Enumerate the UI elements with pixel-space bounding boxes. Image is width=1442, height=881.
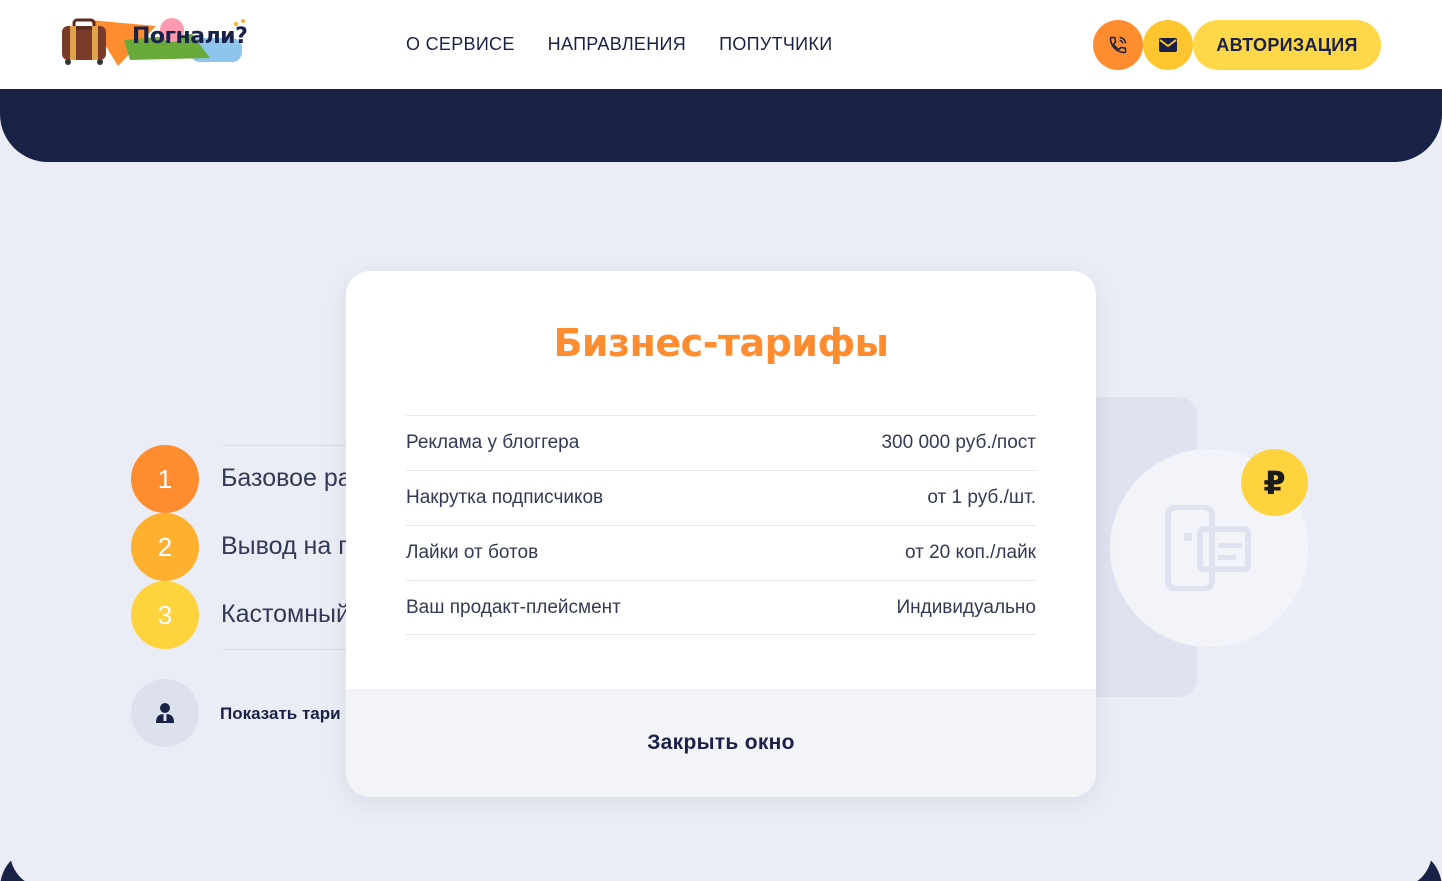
tariff-price: Индивидуально [896,596,1036,618]
step-label: Кастомный [221,600,350,628]
nav-directions[interactable]: НАПРАВЛЕНИЯ [548,34,686,55]
close-modal-button[interactable]: Закрыть окно [647,731,795,755]
auth-button[interactable]: АВТОРИЗАЦИЯ [1193,20,1381,70]
tariff-price: от 20 коп./лайк [904,542,1036,563]
nav-fellow-travelers[interactable]: ПОПУТЧИКИ [719,34,832,55]
step-number: 3 [131,581,199,649]
nav-about[interactable]: О СЕРВИСЕ [406,34,515,55]
user-icon [156,703,174,723]
user-icon-circle [131,679,199,747]
tariff-table: Реклама у блоггера 300 000 руб./пост Нак… [406,415,1036,635]
tariff-name: Лайки от ботов [406,542,539,563]
content-bottom [10,848,1432,881]
step-number: 2 [131,513,199,581]
tariff-name: Реклама у блоггера [406,432,580,453]
ruble-icon: ₽ [1241,449,1308,516]
tariff-name: Накрутка подписчиков [406,487,604,508]
hero-band [0,89,1442,162]
logo[interactable]: Погнали? [60,16,270,68]
tariff-price: 300 000 руб./пост [881,432,1036,453]
table-row: Накрутка подписчиков от 1 руб./шт. [406,470,1036,525]
mail-icon [1159,38,1177,52]
show-tariffs-link[interactable]: Показать тари [131,679,341,747]
tariff-price: от 1 руб./шт. [927,487,1036,508]
show-tariffs-label[interactable]: Показать тари [220,704,341,724]
step-label: Базовое ра [221,464,352,492]
phone-icon [1109,36,1127,54]
phone-payment-icon [1165,505,1251,591]
phone-button[interactable] [1093,20,1143,70]
logo-text: Погнали? [132,24,248,49]
tariff-name: Ваш продакт-плейсмент [406,596,621,618]
site-header: Погнали? О СЕРВИСЕ НАПРАВЛЕНИЯ ПОПУТЧИКИ… [0,0,1442,89]
modal-footer: Закрыть окно [346,689,1096,797]
table-row: Ваш продакт-плейсмент Индивидуально [406,580,1036,635]
main-nav: О СЕРВИСЕ НАПРАВЛЕНИЯ ПОПУТЧИКИ [406,34,832,55]
step-label: Вывод на г [221,532,348,560]
step-number: 1 [131,445,199,513]
modal-title: Бизнес-тарифы [553,321,889,365]
table-row: Лайки от ботов от 20 коп./лайк [406,525,1036,580]
table-row: Реклама у блоггера 300 000 руб./пост [406,415,1036,470]
business-tariffs-modal: Бизнес-тарифы Реклама у блоггера 300 000… [346,271,1096,797]
mail-button[interactable] [1143,20,1193,70]
